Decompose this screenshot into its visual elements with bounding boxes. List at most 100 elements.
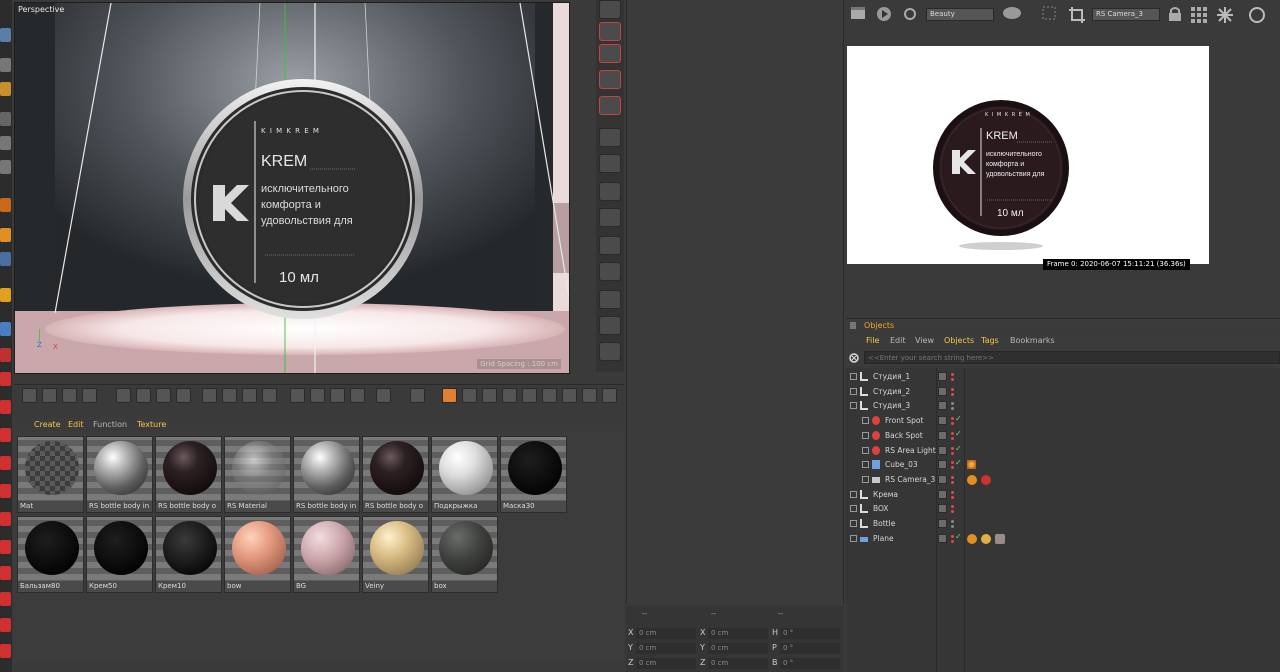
clone-tool-button[interactable] — [310, 388, 325, 403]
coord-rot-field[interactable]: 0 ° — [780, 658, 840, 669]
camera-select[interactable]: RS Camera_3 — [1092, 8, 1160, 21]
object-row[interactable]: Студия_3 — [846, 399, 1280, 413]
render-visibility-dot[interactable] — [951, 436, 954, 440]
snap-grid-button[interactable] — [599, 208, 621, 227]
material-tile[interactable]: Подкрыжка — [431, 436, 498, 513]
object-row[interactable]: Студия_2 — [846, 385, 1280, 399]
material-tile[interactable]: Маска30 — [500, 436, 567, 513]
scene-tool-button[interactable] — [410, 388, 425, 403]
editor-visibility-dot[interactable] — [951, 402, 954, 406]
editor-visibility-dot[interactable] — [951, 475, 954, 479]
expand-toggle-icon[interactable] — [850, 534, 857, 542]
circle-toggle-icon[interactable] — [1248, 6, 1266, 24]
object-name[interactable]: Студия_2 — [873, 387, 910, 396]
motion-icon[interactable] — [0, 428, 11, 442]
live-select-button[interactable] — [599, 70, 621, 89]
object-name[interactable]: Bottle — [873, 519, 895, 528]
snap-tool-icon[interactable] — [0, 228, 11, 242]
material-tile[interactable]: RS bottle body in — [86, 436, 153, 513]
light-tool-icon[interactable] — [0, 566, 11, 580]
layer-swatch-icon[interactable] — [938, 401, 947, 411]
coord-size-field[interactable]: 0 cm — [708, 628, 768, 639]
proxy-tool-icon[interactable] — [0, 644, 11, 658]
dots-grid-button[interactable] — [599, 290, 621, 309]
coord-pos-field[interactable]: 0 cm — [636, 628, 696, 639]
enabled-check-icon[interactable]: ✓ — [955, 458, 962, 467]
coord-size-field[interactable]: 0 cm — [708, 643, 768, 654]
editor-visibility-dot[interactable] — [951, 461, 954, 465]
model-tool-icon[interactable] — [0, 112, 11, 126]
om-menu-tags[interactable]: Tags — [981, 336, 999, 345]
editor-visibility-dot[interactable] — [951, 490, 954, 494]
background-button[interactable] — [562, 388, 577, 403]
material-tile[interactable]: BG — [293, 516, 360, 593]
layer-swatch-icon[interactable] — [938, 372, 947, 381]
perspective-viewport[interactable]: Perspective K I M K R E M KREM исключите… — [14, 2, 570, 374]
checker-tool-icon[interactable] — [0, 58, 11, 72]
enabled-check-icon[interactable]: ✓ — [955, 429, 962, 438]
render-tag-icon[interactable] — [981, 474, 991, 485]
symmetry-tool-button[interactable] — [350, 388, 365, 403]
object-row[interactable]: BOX — [846, 502, 1280, 516]
edge-tool-icon[interactable] — [0, 136, 11, 150]
floor-button[interactable] — [502, 388, 517, 403]
key-icon[interactable] — [0, 372, 11, 386]
aov-select[interactable]: Beauty — [926, 8, 994, 21]
enabled-check-icon[interactable]: ✓ — [955, 532, 962, 541]
coord-size-field[interactable]: 0 cm — [708, 658, 768, 669]
layer-swatch-icon[interactable] — [938, 460, 947, 470]
render-visibility-dot[interactable] — [951, 466, 954, 470]
select-rect-button[interactable] — [599, 44, 621, 63]
object-row[interactable]: Cube_03 ✓ — [846, 458, 1280, 472]
wrap-tool-button[interactable] — [202, 388, 217, 403]
editor-visibility-dot[interactable] — [951, 505, 954, 509]
bend-tool-button[interactable] — [116, 388, 131, 403]
object-row[interactable]: Крема — [846, 488, 1280, 502]
editor-visibility-dot[interactable] — [951, 431, 954, 435]
om-menu-view[interactable]: View — [915, 336, 934, 345]
redshift-icon[interactable] — [0, 512, 11, 526]
object-name[interactable]: RS Camera_3 — [885, 475, 935, 484]
render-visibility-dot[interactable] — [951, 539, 954, 543]
object-name[interactable]: Plane — [873, 534, 894, 543]
soft-select-icon[interactable] — [0, 288, 11, 302]
editor-visibility-dot[interactable] — [951, 417, 954, 421]
object-row[interactable]: Back Spot ✓ — [846, 429, 1280, 443]
object-row[interactable]: Bottle — [846, 517, 1280, 531]
layer-swatch-icon[interactable] — [938, 416, 947, 426]
enabled-check-icon[interactable]: ✓ — [955, 444, 962, 453]
tiles-icon[interactable] — [1190, 6, 1208, 24]
object-row[interactable]: Студия_1 — [846, 370, 1280, 384]
expand-toggle-icon[interactable] — [850, 402, 857, 410]
coord-pos-field[interactable]: 0 cm — [636, 643, 696, 654]
render-visibility-dot[interactable] — [951, 451, 954, 455]
shape-tool-button[interactable] — [599, 236, 621, 255]
object-name[interactable]: Крема — [873, 490, 898, 499]
object-name[interactable]: BOX — [873, 504, 889, 513]
material-tile[interactable]: Крем10 — [155, 516, 222, 593]
editor-visibility-dot[interactable] — [951, 387, 954, 391]
render-visibility-dot[interactable] — [951, 422, 954, 426]
render-visibility-dot[interactable] — [951, 480, 954, 484]
cube-tool-icon[interactable] — [0, 28, 11, 42]
refresh-icon[interactable] — [902, 6, 918, 22]
grid-tool-button[interactable] — [599, 128, 621, 147]
texture-tool-icon[interactable] — [0, 198, 11, 212]
object-row[interactable]: Plane ✓ — [846, 532, 1280, 546]
expand-toggle-icon[interactable] — [850, 387, 857, 395]
material-tile[interactable]: RS bottle body o — [362, 436, 429, 513]
record-icon[interactable] — [0, 348, 11, 362]
material-tile[interactable]: box — [431, 516, 498, 593]
workplane-icon[interactable] — [0, 322, 11, 336]
layer-swatch-icon[interactable] — [938, 519, 947, 528]
clapper-icon[interactable] — [850, 6, 866, 20]
wind-tool-button[interactable] — [242, 388, 257, 403]
protection-tag-icon[interactable] — [967, 474, 977, 485]
object-name[interactable]: RS Area Light — [885, 446, 936, 455]
render-visibility-dot[interactable] — [951, 392, 954, 396]
material-tile[interactable]: Крем50 — [86, 516, 153, 593]
object-search-input[interactable] — [864, 351, 1280, 364]
material-tag-icon[interactable] — [967, 460, 976, 470]
menu-texture[interactable]: Texture — [137, 420, 166, 429]
render-visibility-dot[interactable] — [951, 510, 954, 514]
